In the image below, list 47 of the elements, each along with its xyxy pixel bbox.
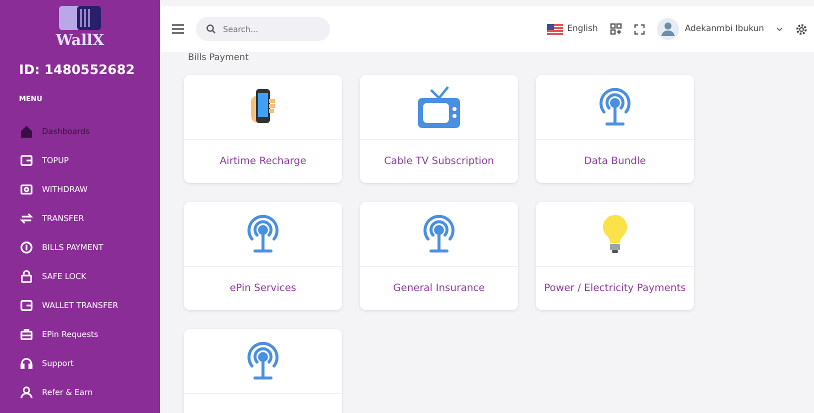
fullscreen-icon[interactable] (634, 24, 645, 34)
logo-icon (59, 6, 101, 30)
chevron-down-icon[interactable] (776, 26, 783, 32)
sidebar-item[interactable]: Refer & Earn (0, 378, 160, 407)
service-card[interactable]: General Insurance (360, 202, 518, 310)
user-menu[interactable]: Adekanmbi Ibukun (684, 24, 764, 34)
sidebar-item[interactable]: TOPUP (0, 146, 160, 175)
coin-icon (20, 241, 33, 254)
antenna-icon (597, 87, 633, 127)
home-icon (20, 125, 33, 138)
briefcase-icon (20, 328, 33, 341)
user-icon (20, 386, 33, 399)
qr-code-icon[interactable] (610, 23, 622, 35)
search-icon (206, 24, 216, 34)
sidebar-item[interactable]: WALLET TRANSFER (0, 291, 160, 320)
service-card[interactable]: ePin Services (184, 202, 342, 310)
settings-icon[interactable] (795, 22, 808, 36)
page-title: Bills Payment (187, 52, 250, 65)
search-field[interactable]: Search... (196, 17, 330, 41)
antenna-icon (245, 341, 281, 381)
service-card[interactable]: Cable TV Subscription (360, 75, 518, 183)
lock-icon (20, 270, 33, 283)
service-card[interactable]: Power / Electricity Payments (536, 202, 694, 310)
light-bulb-icon (602, 214, 628, 254)
avatar-icon[interactable] (656, 18, 679, 40)
logo-text: WallX (56, 31, 104, 49)
flag-icon (547, 24, 564, 34)
service-card[interactable]: Data Bundle (536, 75, 694, 183)
sidebar-item[interactable]: EPin Requests (0, 320, 160, 349)
sidebar-item[interactable]: BILLS PAYMENT (0, 233, 160, 262)
sidebar-item[interactable]: SAFE LOCK (0, 262, 160, 291)
language-selector[interactable]: English (567, 24, 598, 34)
sidebar-item[interactable]: WITHDRAW (0, 175, 160, 204)
sidebar-item[interactable]: Support (0, 349, 160, 378)
service-card[interactable] (184, 329, 342, 413)
account-id: ID: 1480552682 (18, 62, 136, 78)
sidebar-item[interactable]: TRANSFER (0, 204, 160, 233)
wallet-icon (20, 299, 33, 312)
headset-icon (20, 357, 33, 370)
swap-icon (20, 212, 33, 225)
wallet-icon (20, 154, 33, 167)
cash-icon (20, 183, 33, 196)
antenna-icon (245, 214, 281, 254)
menu-icon[interactable] (172, 24, 184, 34)
antenna-icon (421, 214, 457, 254)
tv-icon (417, 85, 461, 129)
service-card[interactable]: Airtime Recharge (184, 75, 342, 183)
